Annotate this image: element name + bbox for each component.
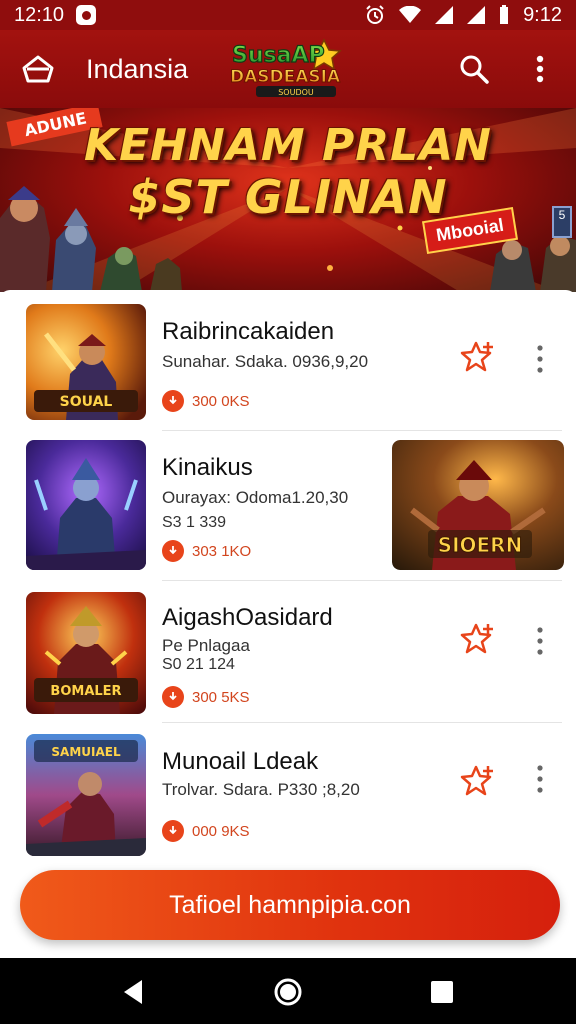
download-icon	[162, 540, 184, 562]
app-size-label: 300 5KS	[192, 688, 250, 706]
logo-line-2: DASDEASIA	[230, 67, 341, 87]
page-title: Indansia	[86, 53, 189, 84]
star-add-icon[interactable]	[460, 764, 498, 798]
app-meta: Sunahar. Sdaka. 0936,9,20	[162, 352, 369, 371]
back-icon	[22, 55, 54, 83]
kebab-icon[interactable]	[528, 762, 552, 796]
kebab-icon[interactable]	[528, 342, 552, 376]
row-divider	[162, 580, 562, 581]
status-time: 12:10	[14, 3, 65, 26]
battery-icon	[500, 5, 509, 24]
logo-line-3: SOUDOU	[278, 88, 314, 97]
app-meta-secondary: S0 21 124	[162, 656, 235, 673]
notification-icon	[76, 5, 97, 25]
star-add-icon[interactable]	[460, 622, 498, 656]
thumbnail-caption: SOUAL	[60, 394, 113, 410]
download-icon	[162, 820, 184, 842]
promo-thumbnail[interactable]: SIOERN	[392, 440, 564, 570]
app-thumbnail: SOUAL	[26, 304, 146, 420]
search-button[interactable]	[452, 49, 496, 89]
app-name: AigashOasidard	[162, 604, 333, 631]
alarm-icon	[366, 5, 384, 24]
download-icon	[162, 390, 184, 412]
banner-card-tag: 5	[552, 206, 572, 238]
website-cta-button[interactable]: Tafioel hamnpipia.con	[20, 870, 560, 940]
system-nav-bar	[0, 958, 576, 1024]
row-divider	[162, 722, 562, 723]
more-vert-icon	[536, 55, 544, 83]
app-bar: Indansia SusaAP DASDEASIA SOUDOU	[0, 30, 576, 108]
more-button[interactable]	[522, 49, 558, 89]
app-meta-secondary: S3 1 339	[162, 514, 227, 531]
star-add-icon[interactable]	[460, 340, 498, 374]
back-button[interactable]	[6, 30, 70, 108]
list-item[interactable]: SOUAL Raibrincakaiden Sunahar. Sdaka. 09…	[0, 304, 576, 434]
brand-logo: SusaAP DASDEASIA SOUDOU	[230, 38, 342, 97]
thumbnail-caption: BOMALER	[50, 684, 121, 699]
list-item[interactable]: SAMUIAEL Munoail Ldeak Trolvar. Sdara. P…	[0, 734, 576, 858]
app-size-label: 000 9KS	[192, 822, 250, 840]
app-size: 303 1KO	[162, 540, 251, 562]
kebab-icon[interactable]	[528, 624, 552, 658]
signal-icon	[435, 6, 454, 24]
app-name: Raibrincakaiden	[162, 318, 335, 345]
signal-2-icon	[467, 6, 486, 24]
app-size-label: 303 1KO	[192, 542, 252, 560]
nav-back-icon[interactable]	[118, 976, 150, 1008]
app-thumbnail: BOMALER	[26, 592, 146, 714]
thumbnail-caption: SAMUIAEL	[51, 745, 121, 759]
app-size: 000 9KS	[162, 820, 250, 842]
app-list: SOUAL Raibrincakaiden Sunahar. Sdaka. 09…	[0, 290, 576, 870]
app-size: 300 5KS	[162, 686, 250, 708]
download-icon	[162, 686, 184, 708]
app-name: Munoail Ldeak	[162, 748, 319, 775]
search-icon	[460, 55, 489, 84]
list-item[interactable]: BOMALER AigashOasidard Pe Pnlagaa S0 21 …	[0, 592, 576, 716]
promo-banner[interactable]: ADUNE KEHNAM PRLAN $ST GLINAN Mbooial 5	[0, 108, 576, 292]
app-thumbnail	[26, 440, 146, 570]
banner-headline-1: KEHNAM PRLAN	[84, 120, 492, 171]
list-item[interactable]: Kinaikus Ourayax: Odoma1.20,30 S3 1 339 …	[0, 440, 576, 572]
app-meta: Trolvar. Sdara. P330 ;8,20	[162, 780, 360, 799]
app-size-label: 300 0KS	[192, 392, 250, 410]
row-divider	[162, 430, 562, 431]
logo-line-1: SusaAP	[232, 43, 325, 68]
nav-recent-icon[interactable]	[426, 976, 458, 1008]
status-bar: 12:10 9:12	[0, 0, 576, 30]
wifi-icon	[399, 6, 422, 23]
app-thumbnail: SAMUIAEL	[26, 734, 146, 856]
status-time-right: 9:12	[523, 3, 562, 26]
app-size: 300 0KS	[162, 390, 250, 412]
app-meta: Pe Pnlagaa	[162, 636, 250, 655]
promo-caption: SIOERN	[438, 533, 523, 557]
nav-home-icon[interactable]	[272, 976, 304, 1008]
app-meta: Ourayax: Odoma1.20,30	[162, 488, 349, 507]
app-name: Kinaikus	[162, 454, 253, 481]
